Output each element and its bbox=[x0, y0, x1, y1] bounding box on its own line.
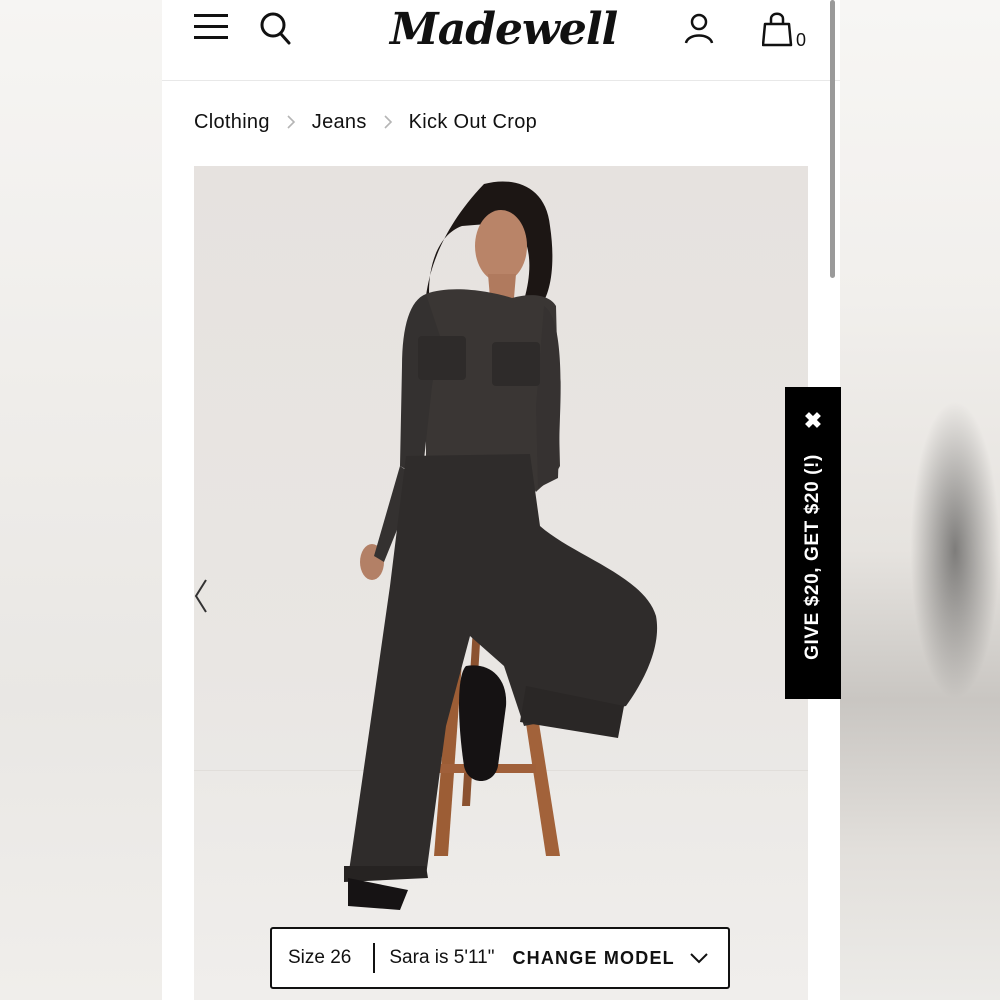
breadcrumb-current: Kick Out Crop bbox=[408, 110, 538, 133]
chevron-right-icon bbox=[384, 115, 392, 129]
site-header: Madewell 0 bbox=[162, 0, 840, 81]
chevron-right-icon bbox=[287, 115, 295, 129]
mobile-screen: Madewell 0 Clothing Jeans Kick Out Crop bbox=[162, 0, 840, 1000]
brand-logo[interactable]: Madewell bbox=[390, 0, 618, 64]
breadcrumb: Clothing Jeans Kick Out Crop bbox=[194, 106, 537, 138]
scrollbar[interactable] bbox=[830, 0, 835, 278]
model-height: Sara is 5'11" bbox=[389, 947, 495, 968]
menu-icon[interactable] bbox=[194, 12, 228, 42]
referral-promo-tab[interactable]: ✖ GIVE $20, GET $20 (!) bbox=[785, 387, 841, 699]
bag-icon[interactable] bbox=[762, 10, 796, 48]
search-icon[interactable] bbox=[258, 10, 292, 46]
model-info-bar[interactable]: Size 26 Sara is 5'11" CHANGE MODEL bbox=[270, 927, 730, 989]
account-icon[interactable] bbox=[682, 12, 716, 46]
change-model-button[interactable]: CHANGE MODEL bbox=[512, 948, 674, 969]
model-size: Size 26 bbox=[288, 947, 352, 968]
breadcrumb-clothing[interactable]: Clothing bbox=[194, 111, 270, 134]
divider bbox=[373, 943, 376, 973]
background-right bbox=[840, 0, 1000, 1000]
product-image[interactable] bbox=[194, 166, 808, 1000]
chevron-down-icon[interactable] bbox=[689, 951, 709, 965]
breadcrumb-jeans[interactable]: Jeans bbox=[312, 111, 367, 134]
bag-count: 0 bbox=[796, 30, 807, 50]
chevron-left-icon[interactable] bbox=[194, 576, 210, 616]
promo-label[interactable]: GIVE $20, GET $20 (!) bbox=[802, 454, 824, 660]
model-illustration bbox=[344, 181, 658, 910]
background-left bbox=[0, 0, 162, 1000]
close-icon[interactable]: ✖ bbox=[785, 409, 841, 433]
